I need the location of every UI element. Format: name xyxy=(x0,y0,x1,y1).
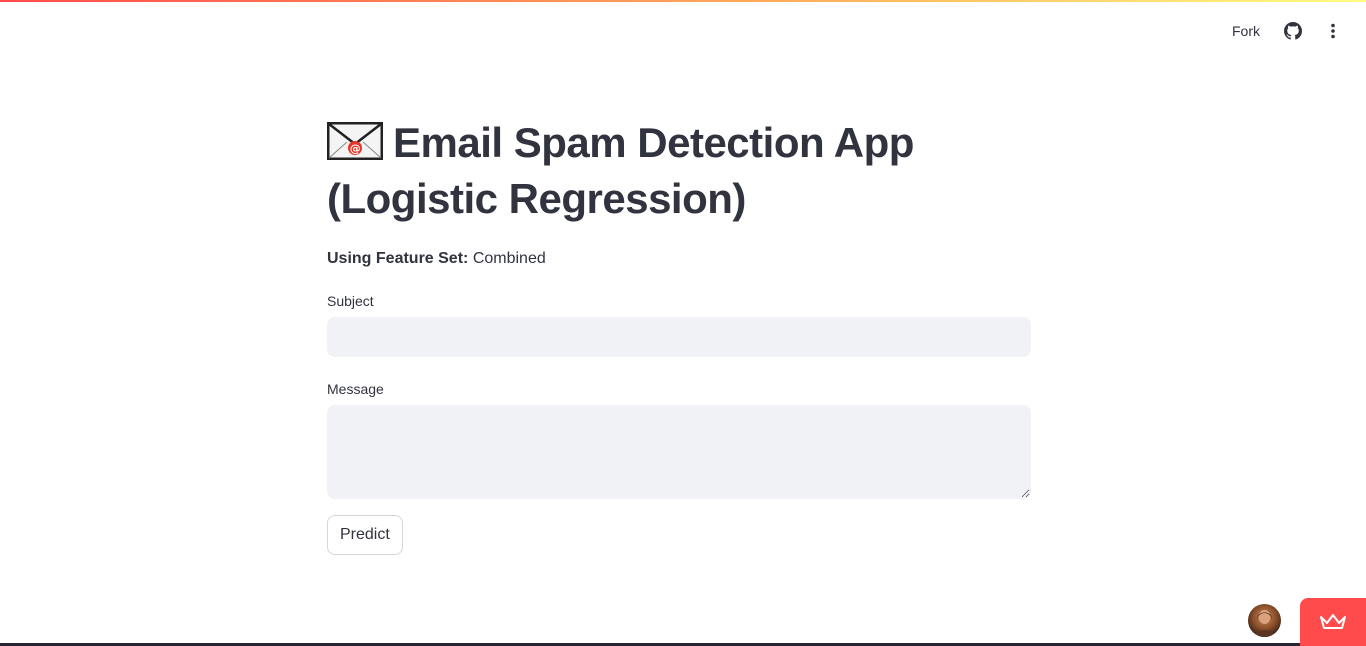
app-toolbar: Fork xyxy=(1224,14,1348,48)
feature-set-value: Combined xyxy=(472,250,546,267)
page-title: @ Email Spam Detection App (Logistic Reg… xyxy=(326,116,1031,225)
message-label: Message xyxy=(327,381,384,397)
message-field-group: Message xyxy=(327,379,1031,499)
svg-text:@: @ xyxy=(350,142,361,155)
subject-field-group: Subject xyxy=(327,291,1031,357)
feature-set-info: Using Feature Set: Combined xyxy=(327,247,1031,271)
subject-label: Subject xyxy=(327,293,374,309)
streamlit-crown-icon[interactable] xyxy=(1300,598,1366,646)
top-decoration-bar xyxy=(0,0,1366,2)
message-input[interactable] xyxy=(327,405,1031,499)
feature-set-label: Using Feature Set: xyxy=(327,250,469,267)
fork-button[interactable]: Fork xyxy=(1224,17,1268,45)
envelope-at-icon: @ xyxy=(326,119,384,172)
page-title-text: Email Spam Detection App (Logistic Regre… xyxy=(327,119,914,222)
user-avatar[interactable] xyxy=(1248,604,1281,637)
main-content: @ Email Spam Detection App (Logistic Reg… xyxy=(326,116,1031,555)
predict-button[interactable]: Predict xyxy=(327,515,403,555)
more-vertical-icon[interactable] xyxy=(1318,16,1348,46)
github-icon[interactable] xyxy=(1278,16,1308,46)
subject-input[interactable] xyxy=(327,317,1031,357)
